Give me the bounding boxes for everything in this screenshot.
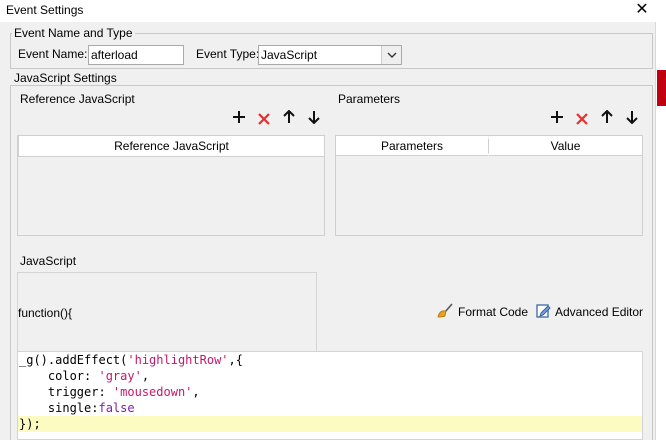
code-line: _g().addEffect('highlightRow',{ [19,353,243,367]
add-icon[interactable] [229,110,249,130]
close-icon[interactable]: ✕ [630,0,654,22]
move-up-icon[interactable] [597,109,617,130]
javascript-label: JavaScript [20,254,77,268]
format-code-label: Format Code [458,305,529,319]
background-accent-strip [657,70,666,106]
code-line: color: 'gray', [19,369,150,383]
function-header: function(){ [18,306,73,320]
window-title: Event Settings [6,3,84,17]
event-name-type-legend: Event Name and Type [12,26,135,40]
delete-icon[interactable] [572,110,592,130]
code-line: single:false [19,401,135,415]
add-icon[interactable] [547,110,567,130]
advanced-editor-button[interactable]: Advanced Editor [536,303,643,321]
parameters-title: Parameters [338,92,401,106]
parameters-table[interactable]: Parameters Value [335,135,643,236]
event-type-label: Event Type: [196,47,260,61]
event-type-value: JavaScript [261,48,318,62]
reference-javascript-title: Reference JavaScript [20,92,135,106]
value-column-header[interactable]: Value [489,136,642,156]
title-bar [0,0,666,22]
code-line: trigger: 'mousedown', [19,385,200,399]
event-name-field[interactable]: afterload [88,45,184,65]
move-up-icon[interactable] [279,109,299,130]
event-name-label: Event Name: [18,47,88,61]
format-code-button[interactable]: Format Code [437,302,529,322]
move-down-icon[interactable] [622,110,642,130]
edit-document-icon [536,303,551,321]
parameters-column-header[interactable]: Parameters [336,136,488,156]
move-down-icon[interactable] [304,110,324,130]
broom-icon [437,302,454,322]
reference-javascript-column-header[interactable]: Reference JavaScript [18,136,324,157]
delete-icon[interactable] [254,110,274,130]
javascript-settings-legend: JavaScript Settings [12,71,119,85]
chevron-down-icon[interactable] [381,46,401,64]
code-line-current: }); [18,416,642,432]
code-editor[interactable]: _g().addEffect('highlightRow',{ color: '… [17,351,643,440]
reference-javascript-table[interactable]: Reference JavaScript [17,135,325,236]
advanced-editor-label: Advanced Editor [555,305,644,319]
